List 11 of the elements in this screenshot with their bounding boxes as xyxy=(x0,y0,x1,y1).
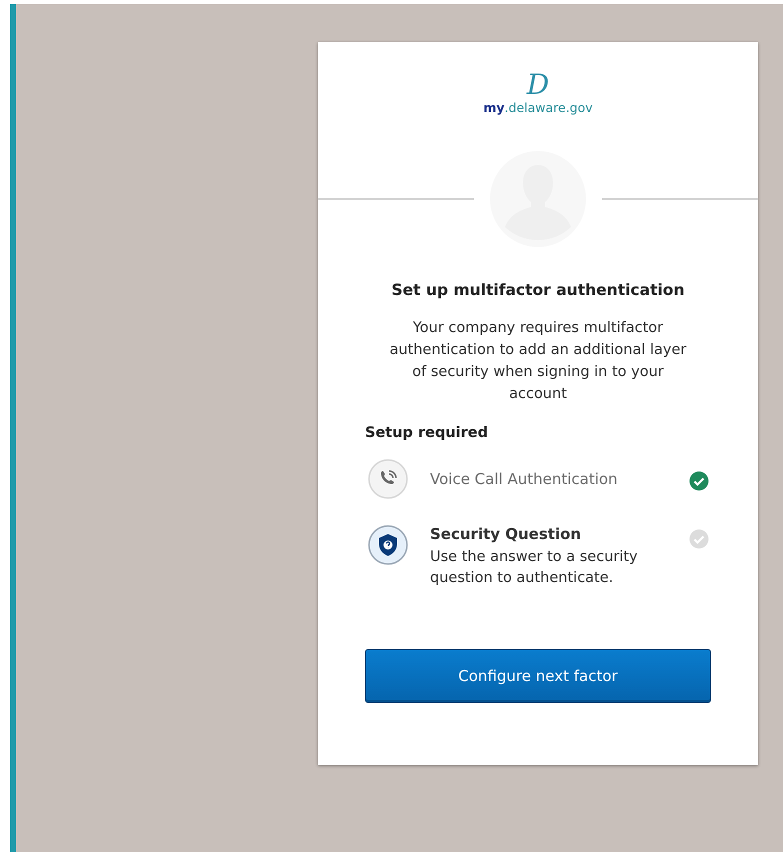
logo-mark: D xyxy=(526,70,550,100)
factor-description: Use the answer to a security question to authenticate. xyxy=(430,548,639,588)
page-title: Set up multifactor authentication xyxy=(390,281,686,299)
shield-question-icon xyxy=(368,525,408,565)
factor-name: Voice Call Authentication xyxy=(430,470,619,488)
section-label: Setup required xyxy=(365,425,489,441)
configure-button[interactable]: Configure next factor xyxy=(365,649,711,703)
factor-name: Security Question xyxy=(430,525,582,543)
logo-text: my.delaware.gov xyxy=(483,100,593,115)
description-text: Your company requires multifactor authentication to add an additional layer of security when signing in to your account xyxy=(388,319,688,404)
phone-icon xyxy=(368,459,408,499)
